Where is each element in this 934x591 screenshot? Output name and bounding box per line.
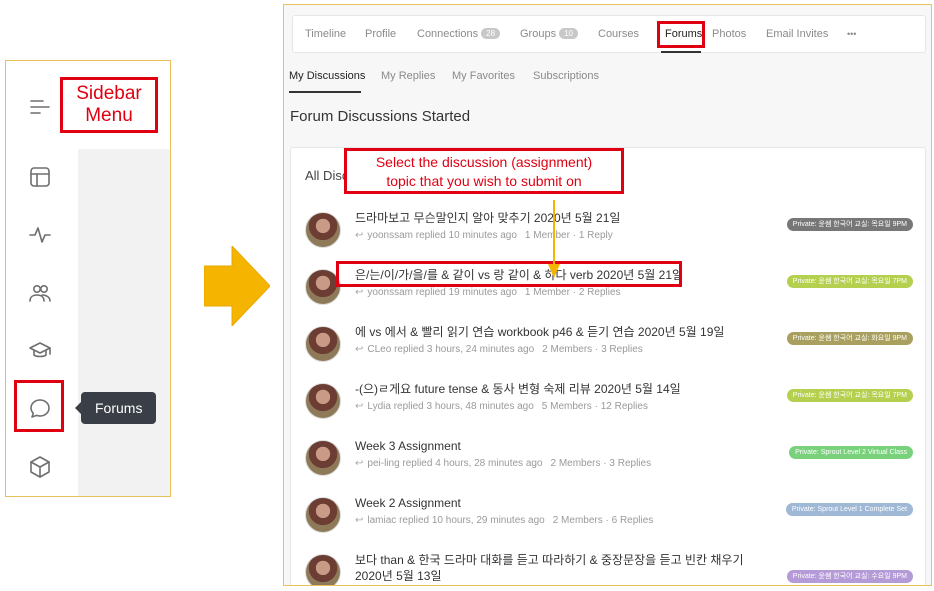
discussion-meta: ↩ yoonssam replied 19 minutes ago 1 Member… [355, 287, 621, 298]
list-item[interactable]: 드라마보고 무슨말인지 알아 맞추기 2020년 5월 21일 ↩ yoonssa… [291, 208, 927, 265]
forums-tab-highlight [657, 21, 705, 48]
group-badge[interactable]: Private: 윤쌤 한국어 교실: 수요일 9PM [786, 570, 913, 583]
groups-count-badge: 10 [559, 28, 578, 39]
forums-tooltip-label: Forums [95, 400, 143, 416]
tab-timeline[interactable]: Timeline [305, 28, 346, 40]
sidebar-menu-callout: Sidebar Menu [60, 77, 158, 133]
discussion-members: 2 Members · 6 Replies [552, 515, 654, 526]
tab-connections-label: Connections [417, 28, 479, 40]
group-badge[interactable]: Private: 윤쌤 한국어 교실: 화요일 9PM [786, 332, 913, 345]
discussion-members: 1 Member · 2 Replies [524, 287, 621, 298]
reply-icon: ↩ [355, 458, 364, 469]
tab-groups-label: Groups [520, 28, 557, 40]
list-item[interactable]: 에 vs 에서 & 빨리 읽기 연습 workbook p46 & 듣기 연습 … [291, 322, 927, 379]
activity-icon[interactable] [26, 221, 54, 249]
subtab-my-replies[interactable]: My Replies [381, 70, 435, 82]
discussion-user[interactable]: CLeo replied 3 hours, 24 minutes ago [367, 344, 534, 355]
discussion-members: 1 Member · 1 Reply [524, 230, 613, 241]
instruction-callout: Select the discussion (assignment) topic… [344, 148, 624, 194]
tab-email-invites[interactable]: Email Invites [766, 28, 828, 40]
discussion-meta: ↩ Lydia replied 3 hours, 48 minutes ago 5 … [355, 401, 648, 412]
discussion-user[interactable]: lamiac replied 10 hours, 29 minutes ago [367, 515, 544, 526]
more-icon[interactable]: ••• [847, 29, 856, 39]
courses-icon[interactable] [26, 337, 54, 365]
discussion-meta: ↩ pei-ling replied 4 hours, 28 minutes ag… [355, 458, 651, 469]
down-arrow-icon [548, 200, 560, 278]
tab-profile[interactable]: Profile [365, 28, 396, 40]
menu-icon[interactable] [26, 93, 54, 121]
avatar[interactable] [305, 440, 341, 476]
list-heading: All Disc [305, 168, 349, 183]
list-item[interactable]: -(으)ㄹ게요 future tense & 동사 변형 숙제 리뷰 2020년… [291, 379, 927, 436]
forums-icon-highlight [14, 380, 64, 432]
discussion-meta: ↩ CLeo replied 3 hours, 24 minutes ago 2 M… [355, 344, 643, 355]
page-title: Forum Discussions Started [290, 108, 471, 125]
sidebar-callout-text: Sidebar Menu [76, 83, 142, 126]
tab-connections[interactable]: Connections 28 [417, 28, 501, 40]
discussion-title[interactable]: 에 vs 에서 & 빨리 읽기 연습 workbook p46 & 듣기 연습 … [355, 324, 724, 340]
right-arrow-icon [204, 246, 270, 326]
discussion-title[interactable]: -(으)ㄹ게요 future tense & 동사 변형 숙제 리뷰 2020년… [355, 381, 681, 397]
discussion-user[interactable]: yoonssam replied 10 minutes ago [367, 230, 517, 241]
discussion-members: 5 Members · 12 Replies [541, 401, 648, 412]
reply-icon: ↩ [355, 401, 364, 412]
subtab-my-discussions[interactable]: My Discussions [289, 70, 365, 82]
discussion-title[interactable]: 보다 than & 한국 드라마 대화를 듣고 따라하기 & 중장문장을 듣고 … [355, 552, 765, 584]
group-badge[interactable]: Private: 윤쌤 한국어 교실: 목요일 7PM [786, 389, 913, 402]
group-badge[interactable]: Private: Sprout Level 2 Virtual Class [789, 446, 913, 459]
list-item[interactable]: Week 3 Assignment ↩ pei-ling replied 4 ho… [291, 436, 927, 493]
tab-groups[interactable]: Groups 10 [520, 28, 578, 40]
tab-photos[interactable]: Photos [712, 28, 746, 40]
forums-tooltip: Forums [74, 392, 157, 424]
avatar[interactable] [305, 497, 341, 533]
reply-icon: ↩ [355, 515, 364, 526]
package-icon[interactable] [26, 453, 54, 481]
subtab-subscriptions[interactable]: Subscriptions [533, 70, 599, 82]
avatar[interactable] [305, 383, 341, 419]
callout-line-1: Select the discussion (assignment) [375, 154, 593, 170]
reply-icon: ↩ [355, 230, 364, 241]
callout-line-2: topic that you wish to submit on [386, 173, 582, 189]
discussion-user[interactable]: Lydia replied 3 hours, 48 minutes ago [367, 401, 533, 412]
discussion-members: 2 Members · 3 Replies [542, 344, 643, 355]
discussion-members: 2 Members · 3 Replies [550, 458, 652, 469]
subtab-my-favorites[interactable]: My Favorites [452, 70, 515, 82]
discussion-meta: ↩ yoonssam replied 10 minutes ago 1 Member… [355, 230, 613, 241]
connections-count-badge: 28 [481, 28, 501, 39]
discussion-title[interactable]: Week 3 Assignment [355, 438, 461, 454]
discussion-meta: ↩ lamiac replied 10 hours, 29 minutes ago… [355, 515, 653, 526]
group-badge[interactable]: Private: Sprout Level 1 Complete Set [785, 503, 913, 516]
avatar[interactable] [305, 326, 341, 362]
discussion-user[interactable]: yoonssam replied 19 minutes ago [367, 287, 517, 298]
group-badge[interactable]: Private: 윤쌤 한국어 교실: 목요일 7PM [786, 275, 913, 288]
list-item[interactable]: Week 2 Assignment ↩ lamiac replied 10 hou… [291, 493, 927, 550]
tab-courses[interactable]: Courses [598, 28, 639, 40]
avatar[interactable] [305, 554, 341, 585]
members-icon[interactable] [26, 279, 54, 307]
layout-icon[interactable] [26, 163, 54, 191]
reply-icon: ↩ [355, 287, 364, 298]
discussion-title[interactable]: 드라마보고 무슨말인지 알아 맞추기 2020년 5월 21일 [355, 210, 620, 226]
discussion-user[interactable]: pei-ling replied 4 hours, 28 minutes ago [367, 458, 542, 469]
avatar[interactable] [305, 212, 341, 248]
main-panel: Timeline Profile Connections 28 Groups 10 … [283, 4, 932, 586]
sidebar-gray-area [78, 149, 170, 496]
forums-tab-underline [661, 51, 701, 53]
subtab-underline [289, 91, 361, 93]
group-badge[interactable]: Private: 윤쌤 한국어 교실: 목요일 9PM [786, 218, 913, 231]
profile-tabs: Timeline Profile Connections 28 Groups 10 … [292, 15, 926, 53]
sidebar-panel: Sidebar Menu Forums [5, 60, 171, 497]
reply-icon: ↩ [355, 344, 364, 355]
discussion-list: All Disc 드라마보고 무슨말인지 알아 맞추기 2020년 5월 21일… [290, 147, 927, 585]
discussion-title[interactable]: Week 2 Assignment [355, 495, 461, 511]
selected-discussion-highlight [336, 261, 682, 287]
list-item[interactable]: 보다 than & 한국 드라마 대화를 듣고 따라하기 & 중장문장을 듣고 … [291, 550, 927, 585]
